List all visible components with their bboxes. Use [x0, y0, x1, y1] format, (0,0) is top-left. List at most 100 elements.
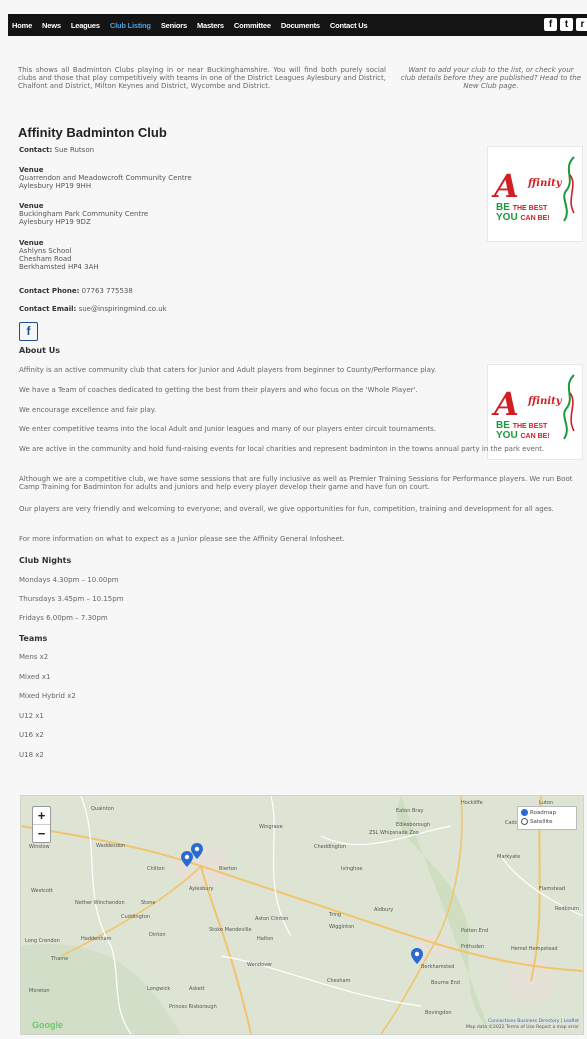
club-night-item: Thursdays 3.45pm – 10.15pm [19, 595, 124, 603]
about-heading: About Us [19, 346, 60, 355]
radio-icon [521, 818, 528, 825]
about-paragraph: We enter competitive teams into the loca… [19, 425, 437, 433]
venue-line: Aylesbury HP19 9DZ [19, 218, 91, 226]
nav-link-masters[interactable]: Masters [197, 21, 224, 30]
logo-you: YOU [496, 212, 518, 223]
venue-line: Quarrendon and Meadowcroft Community Cen… [19, 174, 192, 182]
map-place: Hemel Hempstead [511, 946, 558, 952]
map-place: Moreton [29, 988, 50, 994]
contact-label: Contact: [19, 146, 53, 154]
email-link[interactable]: sue@inspiringmind.co.uk [79, 305, 167, 313]
venue-line: Ashlyns School [19, 247, 72, 255]
map-place: Haddenham [81, 936, 112, 942]
twitter-icon[interactable]: t [560, 18, 573, 31]
map-place: Nether Winchendon [75, 900, 125, 906]
map-place: Stoke Mandeville [209, 927, 252, 933]
map-place: Wendover [247, 962, 273, 968]
map-place: Aston Clinton [255, 916, 289, 922]
about-paragraph: Although we are a competitive club, we h… [19, 475, 573, 491]
map-attribution: Connections Business Directory | Leaflet… [466, 1019, 579, 1031]
map-place: Bierton [219, 866, 238, 872]
map-place: Cuddington [121, 914, 150, 920]
map-place: Westcott [31, 888, 54, 894]
map-place: Wigginton [329, 924, 355, 930]
map-place: Berkhamsted [421, 964, 455, 970]
map-place: Potten End [461, 928, 489, 934]
map-place: Longwick [147, 986, 171, 992]
venue-1: Venue Quarrendon and Meadowcroft Communi… [19, 166, 192, 190]
rss-icon[interactable]: r [576, 18, 587, 31]
facebook-icon[interactable]: f [544, 18, 557, 31]
map-place: Aldbury [374, 907, 394, 913]
logo-can: CAN BE! [520, 215, 550, 222]
email-label: Contact Email: [19, 305, 77, 313]
phone-value[interactable]: 07763 775538 [82, 287, 133, 295]
nav-link-documents[interactable]: Documents [281, 21, 320, 30]
club-night-item: Mondays 4.30pm – 10.00pm [19, 576, 119, 584]
venue-line: Chesham Road [19, 255, 72, 263]
team-item: Mens x2 [19, 653, 49, 661]
logo-letter: A [494, 385, 519, 423]
map-place: Winslow [29, 844, 50, 850]
maptype-satellite-option[interactable]: Satellite [521, 818, 573, 827]
nav-link-club-listing[interactable]: Club Listing [110, 21, 151, 30]
logo-you: YOU [496, 430, 518, 441]
maptype-roadmap-option[interactable]: Roadmap [521, 809, 573, 818]
map-place: Bourne End [431, 980, 460, 986]
map-place: Frithsden [461, 944, 485, 950]
social-icons: f t r [544, 18, 587, 31]
maptype-label: Roadmap [530, 810, 557, 816]
map-place: Stone [141, 900, 156, 906]
map-marker-icon[interactable] [191, 843, 203, 859]
nav-link-news[interactable]: News [42, 21, 61, 30]
map-place: Redbourn [555, 906, 580, 912]
new-club-note[interactable]: Want to add your club to the list, or ch… [400, 66, 582, 90]
venue-label: Venue [19, 239, 44, 247]
map-place: Quainton [91, 806, 114, 812]
logo-word: ffinity [528, 178, 562, 189]
logo-best: THE BEST [512, 205, 548, 212]
zoom-out-button[interactable]: − [33, 825, 50, 842]
about-paragraph: We encourage excellence and fair play. [19, 406, 157, 414]
map-type-control: Roadmap Satellite [517, 806, 577, 830]
map-place: Waddesdon [96, 843, 126, 849]
club-map[interactable]: Quainton Waddesdon Winslow Aylesbury Bie… [20, 795, 584, 1035]
map-place: Thame [51, 956, 69, 962]
map-place: Askett [189, 986, 205, 992]
phone-label: Contact Phone: [19, 287, 80, 295]
map-roads [21, 796, 583, 1034]
nav-link-contact-us[interactable]: Contact Us [330, 21, 368, 30]
venue-3: Venue Ashlyns School Chesham Road Berkha… [19, 239, 99, 271]
map-place: ZSL Whipsnade Zoo [369, 830, 419, 836]
venue-2: Venue Buckingham Park Community Centre A… [19, 202, 148, 226]
phone-line: Contact Phone: 07763 775538 [19, 287, 133, 295]
nav-link-seniors[interactable]: Seniors [161, 21, 187, 30]
about-paragraph[interactable]: For more information on what to expect a… [19, 535, 584, 543]
logo-can: CAN BE! [520, 433, 550, 440]
attribution-terms[interactable]: Map data ©2022 Terms of Use Report a map… [466, 1025, 579, 1031]
map-place: Ivinghoe [341, 866, 363, 872]
nav-link-home[interactable]: Home [12, 21, 32, 30]
club-night-item: Fridays 6.00pm – 7.30pm [19, 614, 108, 622]
about-paragraph: We are active in the community and hold … [19, 445, 545, 453]
club-nights-heading: Club Nights [19, 556, 72, 565]
nav-link-committee[interactable]: Committee [234, 21, 271, 30]
logo-slogan: BE THE BEST YOU CAN BE! [496, 421, 550, 441]
contact-line: Contact: Sue Rutson [19, 146, 94, 154]
nav-link-leagues[interactable]: Leagues [71, 21, 100, 30]
maptype-label: Satellite [530, 819, 553, 825]
contact-name: Sue Rutson [54, 146, 95, 154]
map-place: Chesham [327, 978, 351, 984]
map-place: Flamstead [539, 886, 566, 892]
map-place: Tring [329, 912, 342, 918]
map-place: Wingrave [259, 824, 283, 830]
map-marker-icon[interactable] [411, 948, 423, 964]
map-place: Markyate [497, 854, 521, 860]
venue-line: Berkhamsted HP4 3AH [19, 263, 99, 271]
team-item: Mixed Hybrid x2 [19, 692, 76, 700]
about-paragraph: We have a Team of coaches dedicated to g… [19, 386, 418, 394]
facebook-icon[interactable]: f [19, 322, 38, 341]
team-item: U18 x2 [19, 751, 44, 759]
zoom-in-button[interactable]: + [33, 807, 50, 825]
logo-slogan: BE THE BEST YOU CAN BE! [496, 203, 550, 223]
